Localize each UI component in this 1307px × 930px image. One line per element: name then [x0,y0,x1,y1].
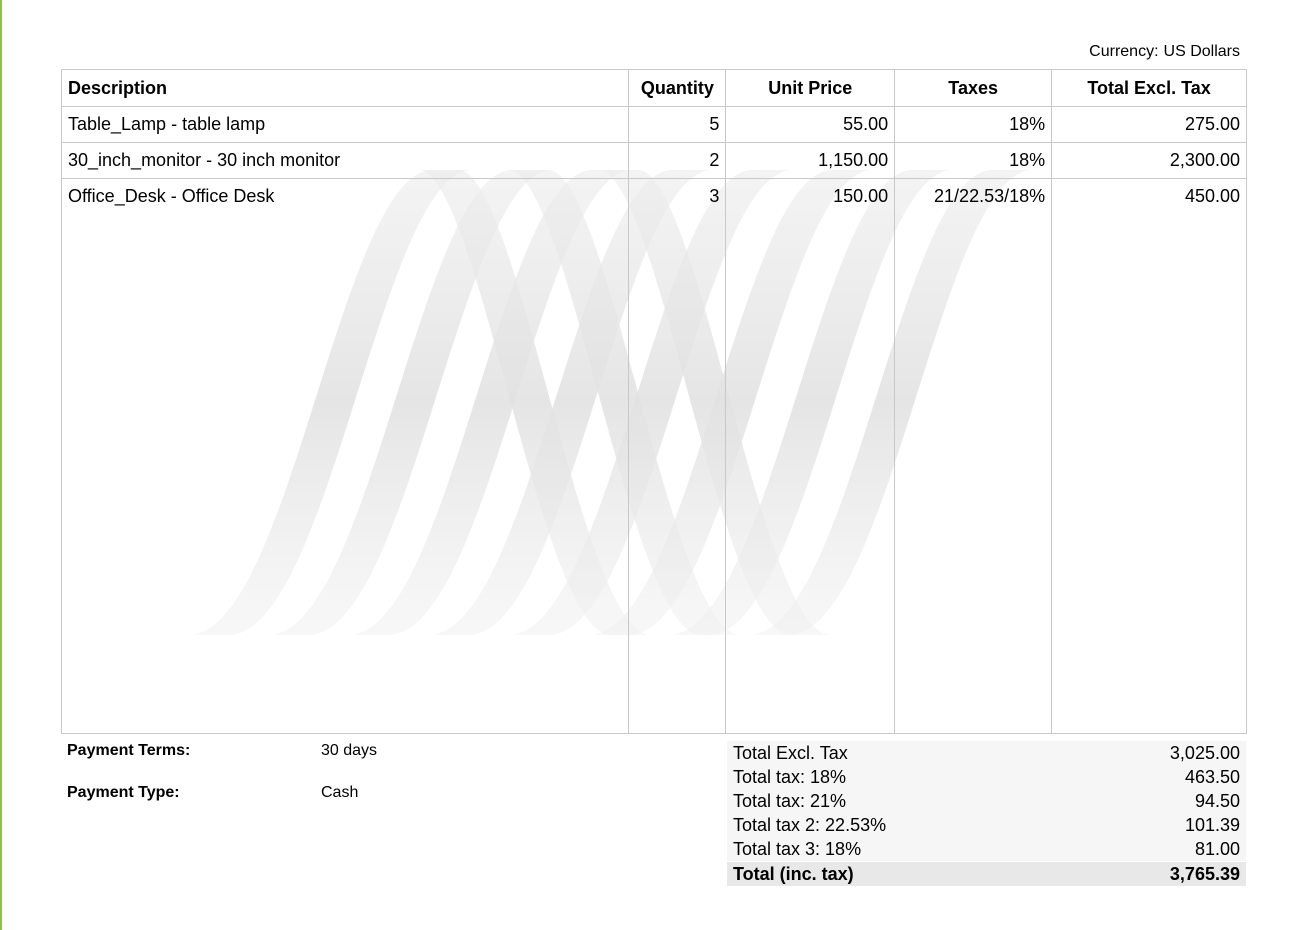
grand-total-label: Total (inc. tax) [733,863,854,884]
totals-value: 3,025.00 [1169,742,1240,763]
table-header-row: Description Quantity Unit Price Taxes To… [60,69,1247,107]
line-unit-price: 150.00 [725,178,896,214]
line-taxes: 18% [894,106,1053,143]
column-header-total-excl-tax: Total Excl. Tax [1051,69,1247,107]
line-quantity: 5 [628,106,727,143]
totals-row: Total tax: 21% 94.50 [727,789,1246,813]
payment-terms-label: Payment Terms: [67,742,191,759]
column-header-description: Description [60,69,630,107]
totals-label: Total Excl. Tax [733,742,848,763]
totals-label: Total tax: 21% [733,790,847,811]
totals-row: Total tax 3: 18% 81.00 [727,837,1246,861]
left-accent-rule [0,0,2,930]
column-header-taxes: Taxes [894,69,1053,107]
totals-label: Total tax 2: 22.53% [733,814,887,835]
payment-type-label: Payment Type: [67,784,180,801]
payment-type-row: Payment Type: Cash [67,784,377,826]
table-row: Office_Desk - Office Desk 3 150.00 21/22… [60,178,1247,214]
line-description: Table_Lamp - table lamp [60,106,630,143]
totals-label: Total tax: 18% [733,766,847,787]
line-total: 2,300.00 [1051,142,1247,179]
line-description: Office_Desk - Office Desk [60,178,630,214]
totals-value: 81.00 [1194,838,1240,859]
invoice-lines-table: Description Quantity Unit Price Taxes To… [60,69,1247,734]
currency-label: Currency: [1089,43,1159,60]
totals-value: 94.50 [1194,790,1240,811]
payment-info: Payment Terms: 30 days Payment Type: Cas… [67,742,377,826]
table-row: Table_Lamp - table lamp 5 55.00 18% 275.… [60,106,1247,143]
totals-label: Total tax 3: 18% [733,838,862,859]
payment-terms-row: Payment Terms: 30 days [67,742,377,784]
column-header-quantity: Quantity [628,69,727,107]
totals-row: Total Excl. Tax 3,025.00 [727,741,1246,765]
line-taxes: 21/22.53/18% [894,178,1053,214]
currency-value: US Dollars [1163,43,1240,60]
line-unit-price: 55.00 [725,106,896,143]
line-description: 30_inch_monitor - 30 inch monitor [60,142,630,179]
grand-total-row: Total (inc. tax) 3,765.39 [727,862,1246,886]
invoice-page: Currency: US Dollars Description Quantit… [0,0,1307,930]
line-quantity: 3 [628,178,727,214]
line-quantity: 2 [628,142,727,179]
totals-row: Total tax: 18% 463.50 [727,765,1246,789]
line-total: 450.00 [1051,178,1247,214]
line-taxes: 18% [894,142,1053,179]
totals-summary: Total Excl. Tax 3,025.00 Total tax: 18% … [727,741,1246,886]
payment-type-value: Cash [321,784,359,801]
column-header-unit-price: Unit Price [725,69,896,107]
line-total: 275.00 [1051,106,1247,143]
payment-terms-value: 30 days [321,742,378,759]
table-empty-space [60,214,1247,734]
totals-value: 463.50 [1184,766,1240,787]
line-unit-price: 1,150.00 [725,142,896,179]
currency-line: Currency: US Dollars [1084,43,1240,61]
totals-value: 101.39 [1184,814,1240,835]
grand-total-value: 3,765.39 [1169,863,1240,884]
totals-row: Total tax 2: 22.53% 101.39 [727,813,1246,837]
table-row: 30_inch_monitor - 30 inch monitor 2 1,15… [60,142,1247,179]
